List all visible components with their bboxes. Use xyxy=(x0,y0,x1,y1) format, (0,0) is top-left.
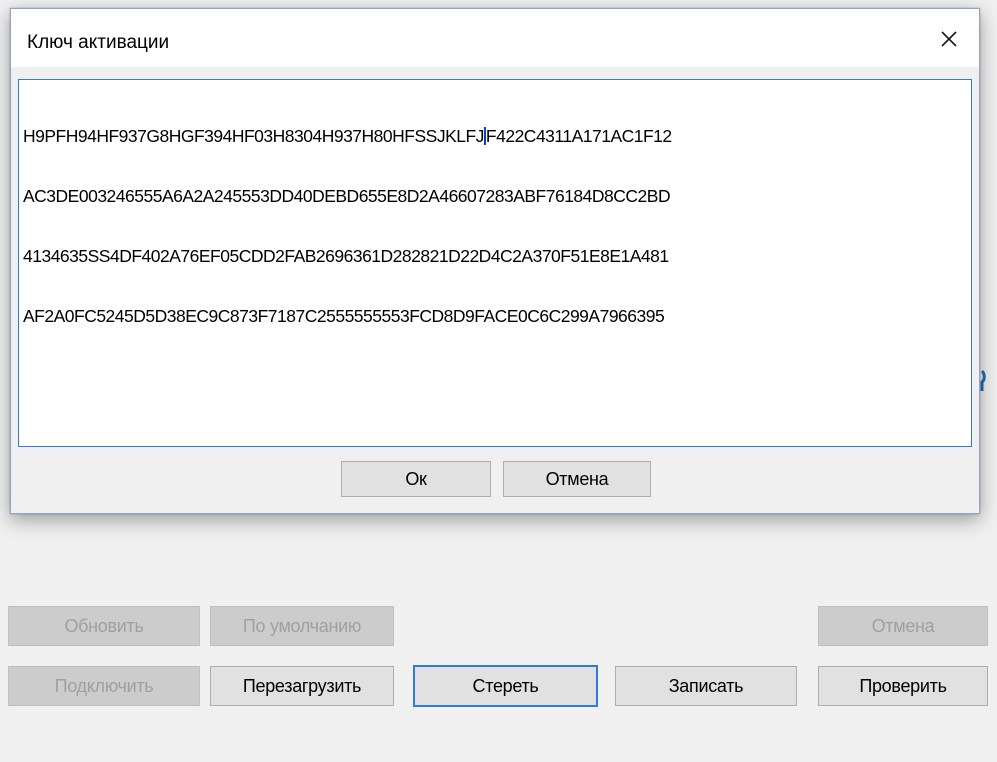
dialog-titlebar: Ключ активации xyxy=(11,9,979,67)
close-icon xyxy=(933,23,965,55)
cancel-button[interactable]: Отмена xyxy=(818,606,988,646)
activation-key-dialog: Ключ активации H9PFH94HF937G8HGF394HF03H… xyxy=(10,8,980,514)
erase-button[interactable]: Стереть xyxy=(413,665,598,707)
dialog-title: Ключ активации xyxy=(27,32,170,53)
defaults-button[interactable]: По умолчанию xyxy=(210,606,394,646)
verify-button[interactable]: Проверить xyxy=(818,666,988,706)
dialog-cancel-button[interactable]: Отмена xyxy=(503,461,651,497)
activation-key-textarea[interactable]: H9PFH94HF937G8HGF394HF03H8304H937H80HFSS… xyxy=(18,79,972,447)
ok-button[interactable]: Ок xyxy=(341,461,491,497)
key-line: 4134635SS4DF402A76EF05CDD2FAB2696361D282… xyxy=(23,246,669,266)
key-line: AC3DE003246555A6A2A245553DD40DEBD655E8D2… xyxy=(23,186,671,206)
refresh-button[interactable]: Обновить xyxy=(8,606,200,646)
connect-button[interactable]: Подключить xyxy=(8,666,200,706)
key-line: AF2A0FC5245D5D38EC9C873F7187C2555555553F… xyxy=(23,306,665,326)
reload-button[interactable]: Перезагрузить xyxy=(210,666,394,706)
key-line: H9PFH94HF937G8HGF394HF03H8304H937H80HFSS… xyxy=(23,126,672,146)
write-button[interactable]: Записать xyxy=(615,666,797,706)
close-button[interactable] xyxy=(933,23,965,55)
